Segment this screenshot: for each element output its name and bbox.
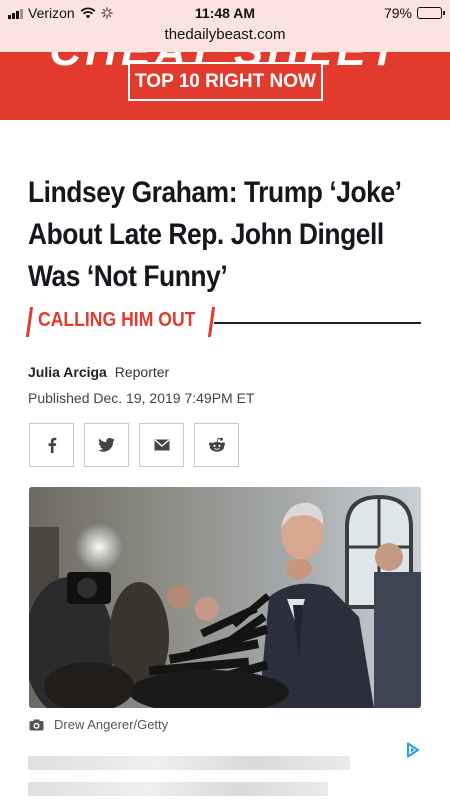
article-tag[interactable]: CALLING HIM OUT	[25, 305, 423, 341]
share-twitter-button[interactable]	[84, 423, 129, 467]
author-name[interactable]: Julia Arciga	[28, 364, 107, 380]
article-photo[interactable]	[29, 487, 421, 708]
press-conference-image	[29, 487, 421, 708]
published-date: Published Dec. 19, 2019 7:49PM ET	[28, 390, 255, 406]
cheat-sheet-banner[interactable]: CHEAT SHEET TOP 10 RIGHT NOW	[0, 52, 450, 120]
tag-label[interactable]: CALLING HIM OUT	[38, 309, 195, 332]
share-email-button[interactable]	[139, 423, 184, 467]
battery-icon	[417, 7, 445, 19]
facebook-icon	[48, 437, 56, 453]
article-headline: Lindsey Graham: Trump ‘Joke’ About Late …	[28, 176, 401, 293]
twitter-icon	[98, 438, 115, 452]
status-bar: Verizon 11:48 AM 79%	[0, 3, 450, 23]
photo-credit-text: Drew Angerer/Getty	[54, 717, 169, 732]
browser-bar: Verizon 11:48 AM 79% thedailybeast.com	[0, 0, 450, 52]
share-buttons	[29, 423, 239, 467]
share-reddit-button[interactable]	[194, 423, 239, 467]
author-role: Reporter	[114, 364, 170, 380]
reddit-icon	[208, 437, 225, 452]
clock: 11:48 AM	[194, 5, 256, 21]
article-body-preview	[28, 752, 358, 800]
blurred-text-line	[28, 782, 328, 796]
photo-credit: Drew Angerer/Getty	[29, 717, 168, 732]
share-facebook-button[interactable]	[29, 423, 74, 467]
byline: Julia Arciga Reporter	[28, 364, 169, 380]
email-icon	[154, 439, 169, 451]
tag-divider	[214, 322, 421, 324]
blurred-text-line	[28, 756, 350, 770]
adchoices-icon[interactable]	[406, 742, 420, 758]
top-10-button[interactable]: TOP 10 RIGHT NOW	[128, 62, 323, 101]
camera-icon	[29, 719, 44, 730]
battery-indicator: 79%	[383, 5, 445, 21]
tag-bar-left	[25, 307, 34, 337]
battery-percent: 79%	[383, 5, 412, 21]
url-bar[interactable]: thedailybeast.com	[0, 26, 450, 43]
